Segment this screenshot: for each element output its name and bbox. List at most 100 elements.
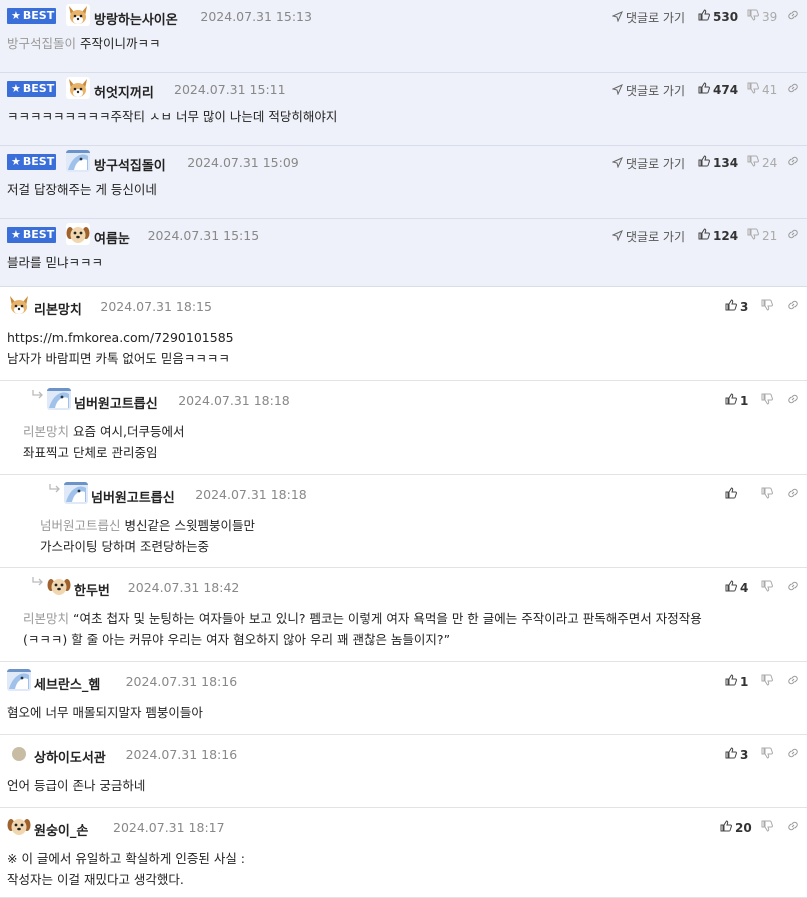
goto-comment-link[interactable]: 댓글로 가기 [611, 9, 685, 26]
like-button[interactable]: 4 [725, 580, 748, 595]
mention-nickname[interactable]: 리본망치 [23, 611, 69, 626]
comment-link-button[interactable] [787, 228, 802, 243]
dislike-count: 41 [762, 83, 778, 97]
avatar[interactable] [64, 482, 88, 504]
link-icon [787, 820, 799, 835]
avatar[interactable] [7, 815, 31, 837]
mention-nickname[interactable]: 리본망치 [23, 424, 69, 439]
comment-text: 좌표찍고 단체로 관리중임 [23, 445, 158, 460]
puppy-avatar-icon [66, 223, 90, 245]
comment-text-line: 넘버원고트릅신 병신같은 스윗펨붕이들만 [40, 515, 807, 536]
like-button[interactable]: 1 [725, 393, 748, 408]
mention-nickname[interactable]: 방구석집돌이 [7, 36, 76, 51]
like-button[interactable]: 3 [725, 747, 748, 762]
thumbs-up-icon [698, 155, 710, 170]
best-badge: ★ BEST [7, 227, 56, 243]
comment-date: 2024.07.31 18:17 [113, 820, 225, 835]
comment-date: 2024.07.31 15:11 [174, 82, 286, 97]
author-nickname[interactable]: 넘버원고트릅신 [74, 393, 158, 412]
avatar[interactable] [47, 388, 71, 410]
dislike-button[interactable] [761, 747, 776, 762]
star-icon: ★ [11, 228, 21, 241]
goto-comment-link[interactable]: 댓글로 가기 [611, 82, 685, 99]
best-comment-item: ★ BEST 여름눈 2024.07.31 15:15 댓글로 가기 124 21 블라를 믿… [0, 219, 807, 287]
dislike-button[interactable] [761, 674, 776, 689]
reply-arrow-icon [31, 576, 45, 592]
dislike-button[interactable]: 39 [747, 9, 777, 24]
comment-link-button[interactable] [787, 9, 802, 24]
avatar[interactable] [47, 575, 71, 597]
link-icon [787, 674, 799, 689]
comment-actions [720, 487, 807, 503]
comment-link-button[interactable] [787, 487, 802, 502]
comment-list: ★ BEST 방랑하는사이온 2024.07.31 15:13 댓글로 가기 530 39 방… [0, 0, 807, 898]
goto-comment-link[interactable]: 댓글로 가기 [611, 155, 685, 172]
comment-body: 언어 등급이 존나 궁금하네 [7, 775, 807, 796]
thumbs-up-icon [698, 228, 710, 243]
like-button[interactable]: 474 [698, 82, 738, 97]
author-nickname[interactable]: 방랑하는사이온 [94, 9, 178, 28]
dislike-button[interactable] [761, 580, 776, 595]
avatar[interactable] [7, 669, 31, 691]
comment-text-line: 남자가 바람피면 카톡 없어도 믿음ㅋㅋㅋㅋ [7, 348, 807, 369]
comment-date: 2024.07.31 15:13 [200, 9, 312, 24]
avatar[interactable] [66, 77, 90, 99]
author-nickname[interactable]: 넘버원고트릅신 [91, 487, 175, 506]
like-button[interactable]: 1 [725, 674, 748, 689]
author-nickname[interactable]: 리본망치 [34, 299, 82, 318]
comment-link-button[interactable] [787, 393, 802, 408]
author-nickname[interactable]: 방구석집돌이 [94, 155, 166, 174]
avatar[interactable] [7, 294, 31, 316]
dislike-count: 39 [762, 10, 778, 24]
link-icon [787, 393, 799, 408]
author-nickname[interactable]: 여름눈 [94, 228, 130, 247]
comment-link-button[interactable] [787, 747, 802, 762]
dislike-button[interactable] [761, 299, 776, 314]
comment-header: 리본망치 2024.07.31 18:15 [0, 287, 807, 318]
thumbs-down-icon [761, 674, 773, 689]
like-button[interactable]: 20 [720, 820, 752, 835]
author-nickname[interactable]: 세브란스_헴 [34, 674, 100, 693]
comment-url-link[interactable]: https://m.fmkorea.com/7290101585 [7, 330, 234, 345]
thumbs-up-icon [725, 580, 737, 595]
avatar[interactable] [66, 4, 90, 26]
comment-link-button[interactable] [787, 155, 802, 170]
comment-text: 혐오에 너무 매몰되지말자 펨붕이들아 [7, 705, 203, 720]
best-badge: ★ BEST [7, 81, 56, 97]
like-button[interactable]: 134 [698, 155, 738, 170]
comment-text: 남자가 바람피면 카톡 없어도 믿음ㅋㅋㅋㅋ [7, 351, 230, 366]
comment-link-button[interactable] [787, 299, 802, 314]
avatar[interactable] [7, 742, 31, 764]
author-nickname[interactable]: 원숭이_손 [34, 820, 88, 839]
dislike-button[interactable]: 21 [747, 228, 777, 243]
comment-link-button[interactable] [787, 580, 802, 595]
link-icon [787, 747, 799, 762]
author-nickname[interactable]: 한두번 [74, 580, 110, 599]
like-button[interactable]: 530 [698, 9, 738, 24]
author-nickname[interactable]: 허엇지꺼리 [94, 82, 154, 101]
comment-header: 상하이도서관 2024.07.31 18:16 [0, 735, 807, 766]
link-icon [787, 228, 799, 243]
like-button[interactable] [725, 487, 740, 502]
best-comment-item: ★ BEST 방구석집돌이 2024.07.31 15:09 댓글로 가기 134 24 저걸… [0, 146, 807, 219]
goto-comment-link[interactable]: 댓글로 가기 [611, 228, 685, 245]
star-icon: ★ [11, 9, 21, 22]
dislike-button[interactable] [761, 487, 776, 502]
dislike-button[interactable] [761, 820, 776, 835]
comment-link-button[interactable] [787, 82, 802, 97]
comment-link-button[interactable] [787, 820, 802, 835]
avatar[interactable] [66, 150, 90, 172]
like-button[interactable]: 3 [725, 299, 748, 314]
comment-link-button[interactable] [787, 674, 802, 689]
comment-actions: 1 [720, 393, 807, 409]
comment-actions: 3 [720, 299, 807, 315]
like-button[interactable]: 124 [698, 228, 738, 243]
mention-nickname[interactable]: 넘버원고트릅신 [40, 518, 121, 533]
dislike-button[interactable] [761, 393, 776, 408]
author-nickname[interactable]: 상하이도서관 [34, 747, 106, 766]
avatar[interactable] [66, 223, 90, 245]
dislike-button[interactable]: 41 [747, 82, 777, 97]
reply-comment-item: 한두번 2024.07.31 18:42 4 리본망치 “여초 첩자 및 눈팅하는 여자… [0, 568, 807, 662]
dislike-button[interactable]: 24 [747, 155, 777, 170]
best-comment-item: ★ BEST 허엇지꺼리 2024.07.31 15:11 댓글로 가기 474 41 ㅋㅋㅋ… [0, 73, 807, 146]
